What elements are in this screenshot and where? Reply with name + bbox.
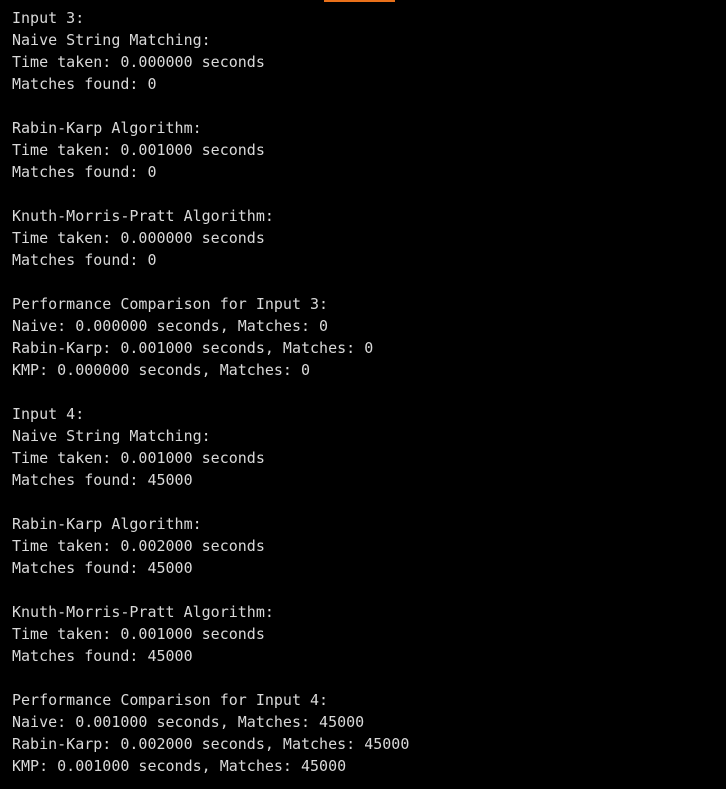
terminal-line: Matches found: 45000 — [12, 471, 193, 489]
terminal-line: Naive: 0.001000 seconds, Matches: 45000 — [12, 713, 365, 731]
terminal-line: Performance Comparison for Input 4: — [12, 691, 329, 709]
terminal-line: Rabin-Karp: 0.002000 seconds, Matches: 4… — [12, 735, 410, 753]
terminal-line: Time taken: 0.001000 seconds — [12, 625, 265, 643]
terminal-line: Performance Comparison for Input 3: — [12, 295, 329, 313]
terminal-line: Rabin-Karp Algorithm: — [12, 119, 202, 137]
terminal-line: Matches found: 45000 — [12, 559, 193, 577]
terminal-line: KMP: 0.001000 seconds, Matches: 45000 — [12, 757, 347, 775]
terminal-line: Naive String Matching: — [12, 427, 211, 445]
terminal-output[interactable]: Input 3: Naive String Matching: Time tak… — [12, 7, 726, 777]
terminal-line: Time taken: 0.002000 seconds — [12, 537, 265, 555]
terminal-line: Input 4: — [12, 405, 85, 423]
terminal-line: Time taken: 0.001000 seconds — [12, 141, 265, 159]
terminal-line: KMP: 0.000000 seconds, Matches: 0 — [12, 361, 311, 379]
terminal-line: Input 3: — [12, 9, 85, 27]
terminal-line: Naive String Matching: — [12, 31, 211, 49]
terminal-line: Rabin-Karp Algorithm: — [12, 515, 202, 533]
terminal-line: Naive: 0.000000 seconds, Matches: 0 — [12, 317, 329, 335]
terminal-line: Time taken: 0.000000 seconds — [12, 229, 265, 247]
terminal-line: Knuth-Morris-Pratt Algorithm: — [12, 603, 274, 621]
terminal-line: Matches found: 0 — [12, 75, 157, 93]
terminal-line: Knuth-Morris-Pratt Algorithm: — [12, 207, 274, 225]
terminal-line: Rabin-Karp: 0.001000 seconds, Matches: 0 — [12, 339, 374, 357]
terminal-line: Time taken: 0.001000 seconds — [12, 449, 265, 467]
terminal-line: Matches found: 0 — [12, 251, 157, 269]
terminal-line: Time taken: 0.000000 seconds — [12, 53, 265, 71]
terminal-line: Matches found: 45000 — [12, 647, 193, 665]
terminal-line: Matches found: 0 — [12, 163, 157, 181]
scroll-position-indicator — [324, 0, 395, 2]
